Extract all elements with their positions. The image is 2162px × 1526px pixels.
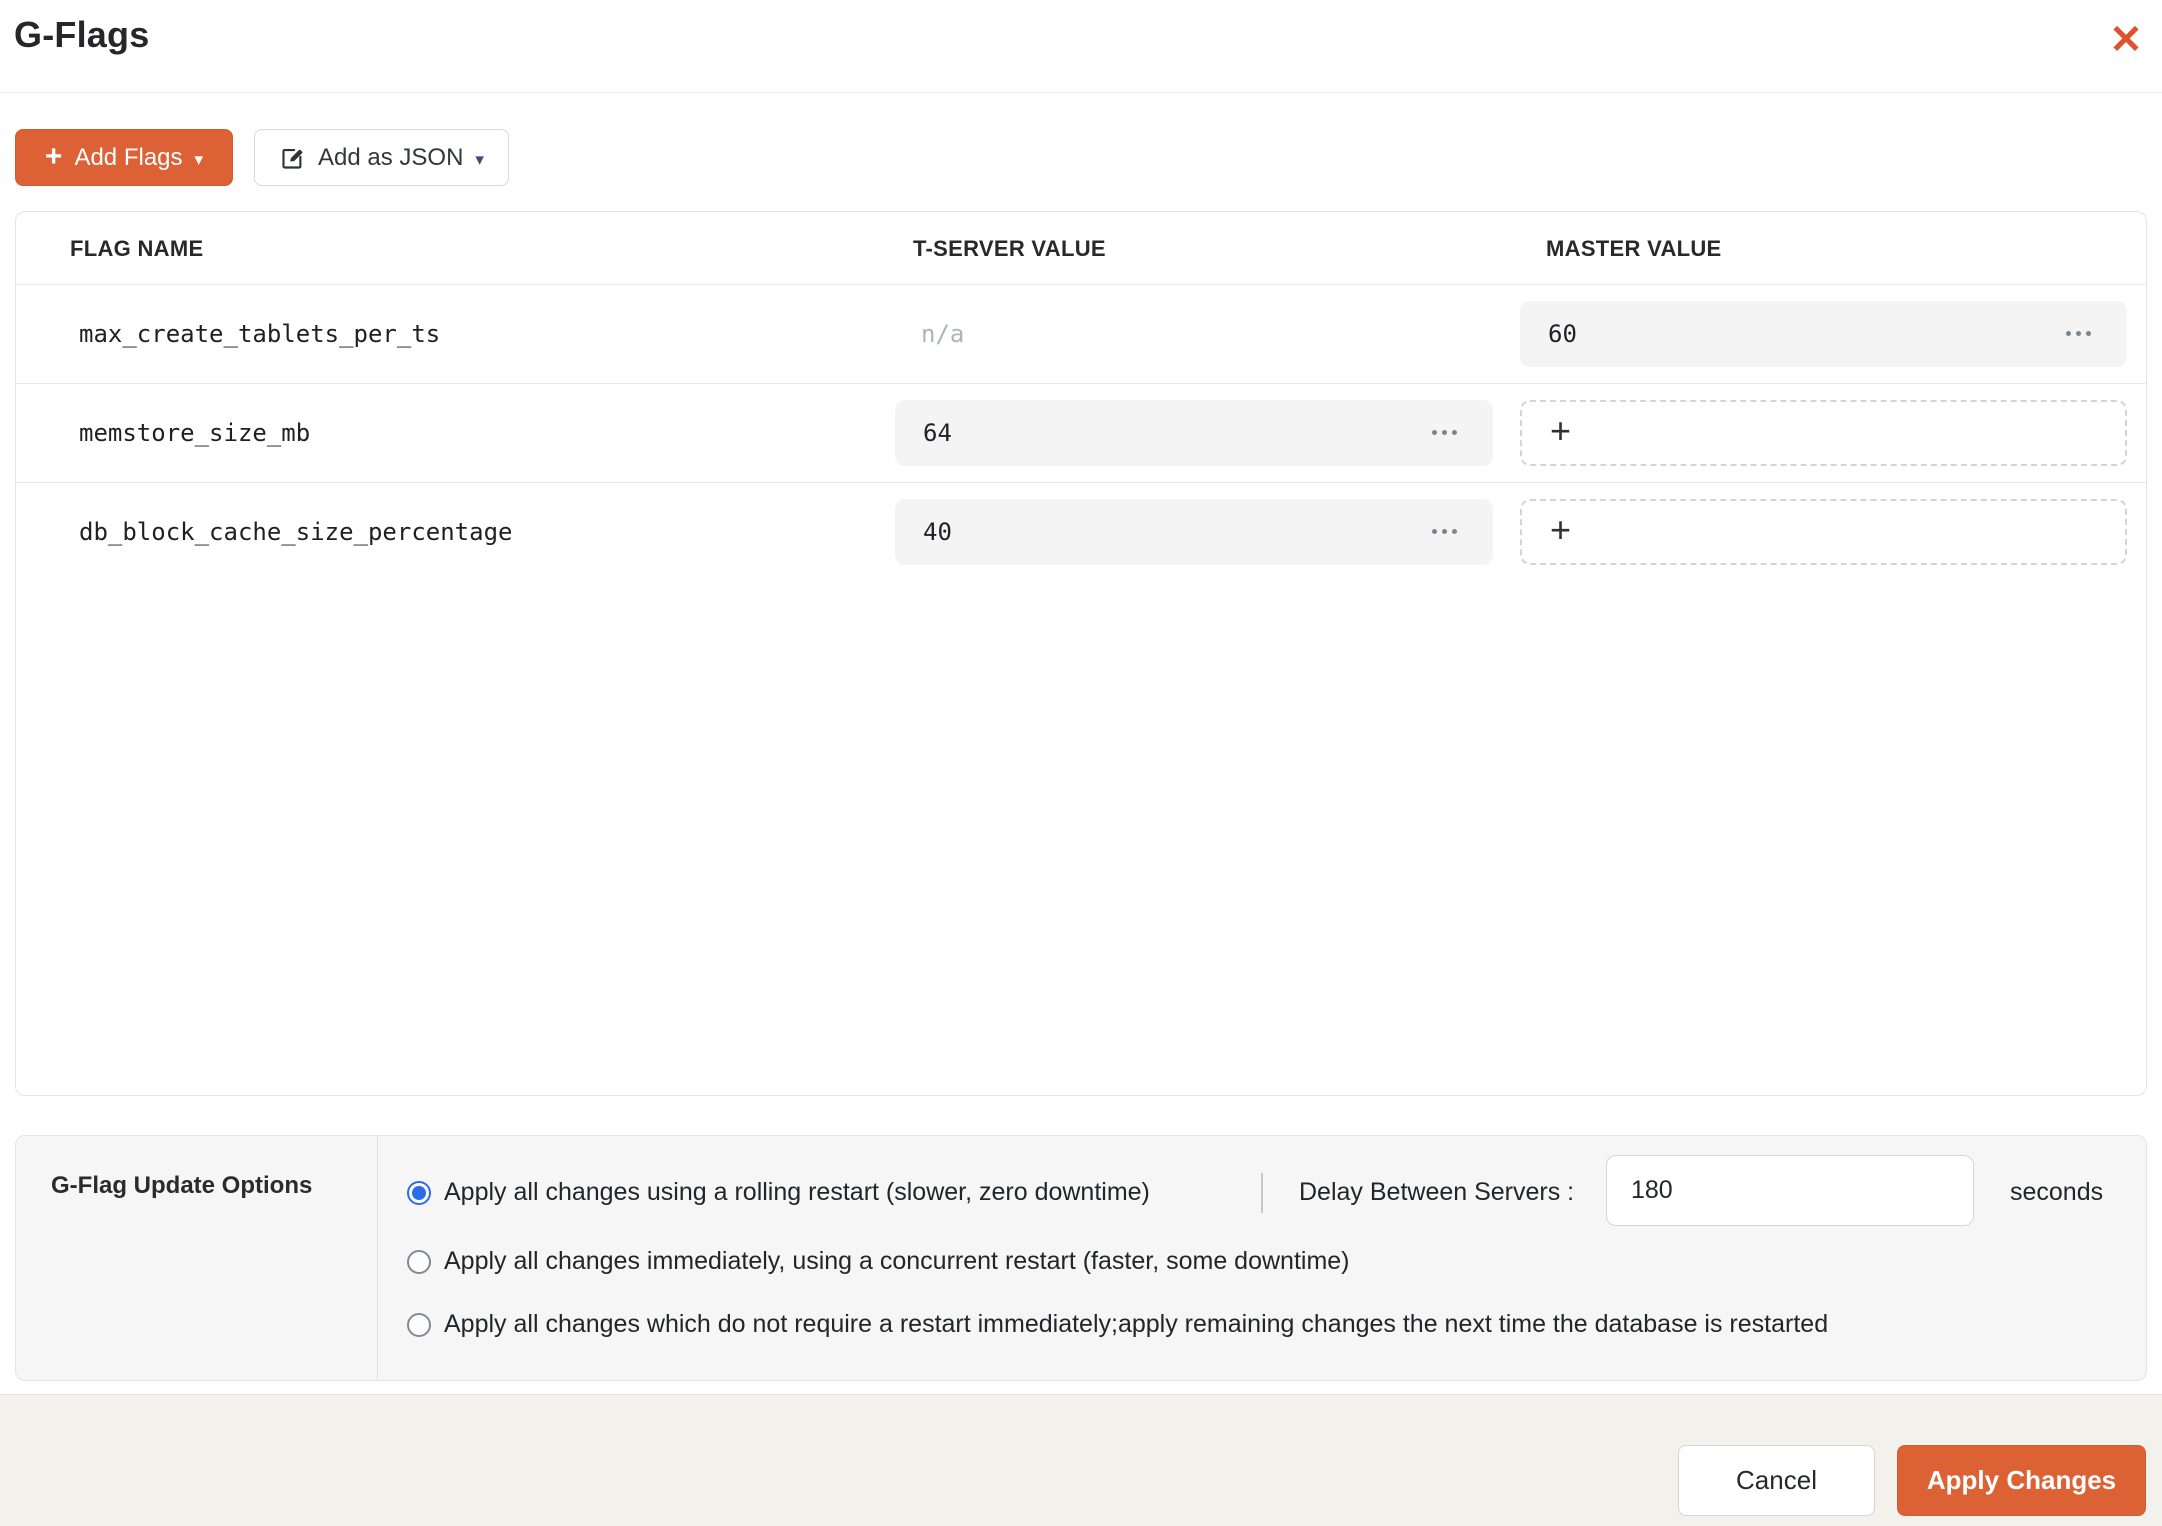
- add-master-value-button[interactable]: +: [1520, 399, 2127, 466]
- table-row: db_block_cache_size_percentage 40 +: [16, 482, 2146, 581]
- seconds-label: seconds: [2010, 1178, 2104, 1206]
- radio-selected-icon[interactable]: [407, 1180, 431, 1205]
- chevron-down-icon: ▾: [194, 149, 204, 169]
- options-title: G-Flag Update Options: [51, 1172, 313, 1199]
- radio-unselected-icon[interactable]: [407, 1249, 431, 1274]
- radio-label: Apply all changes which do not require a…: [444, 1310, 1829, 1338]
- radio-unselected-icon[interactable]: [407, 1312, 431, 1337]
- radio-label: Apply all changes immediately, using a c…: [444, 1247, 1350, 1275]
- chevron-down-icon: ▾: [475, 149, 484, 169]
- tserver-value-empty: n/a: [921, 319, 965, 348]
- master-value-text: 60: [1548, 319, 1577, 348]
- plus-icon: +: [44, 139, 63, 173]
- column-header-tserver-value: T-SERVER VALUE: [913, 236, 1106, 261]
- flag-name-cell: memstore_size_mb: [79, 418, 311, 447]
- table-row: memstore_size_mb 64 +: [16, 383, 2146, 482]
- ellipsis-menu-icon[interactable]: [1432, 424, 1457, 441]
- radio-option-no-restart[interactable]: Apply all changes which do not require a…: [407, 1310, 1828, 1339]
- gflag-update-options-panel: G-Flag Update Options Apply all changes …: [15, 1135, 2147, 1381]
- add-as-json-button[interactable]: Add as JSON ▾: [254, 129, 509, 186]
- ellipsis-menu-icon[interactable]: [2066, 325, 2091, 342]
- add-flags-button[interactable]: + Add Flags ▾: [15, 129, 233, 186]
- flag-name-cell: max_create_tablets_per_ts: [79, 319, 441, 348]
- delay-seconds-input[interactable]: [1606, 1155, 1974, 1226]
- flags-table: FLAG NAME T-SERVER VALUE MASTER VALUE ma…: [15, 211, 2147, 1096]
- tserver-value-cell[interactable]: 40: [895, 498, 1493, 565]
- tserver-value-text: 40: [923, 517, 952, 546]
- ellipsis-menu-icon[interactable]: [1432, 523, 1457, 540]
- apply-changes-button[interactable]: Apply Changes: [1897, 1445, 2146, 1516]
- gflags-modal: G-Flags ✕ + Add Flags ▾ Add as JSON ▾ FL…: [0, 0, 2162, 1526]
- page-title: G-Flags: [14, 14, 150, 55]
- add-flags-label: Add Flags: [74, 143, 183, 171]
- column-header-flag-name: FLAG NAME: [70, 236, 204, 261]
- tserver-value-text: 64: [923, 418, 952, 447]
- flag-name-cell: db_block_cache_size_percentage: [79, 517, 513, 546]
- radio-option-rolling-restart[interactable]: Apply all changes using a rolling restar…: [407, 1178, 1150, 1207]
- plus-icon: +: [1550, 409, 1572, 451]
- delay-between-servers-label: Delay Between Servers :: [1299, 1178, 1575, 1206]
- column-header-master-value: MASTER VALUE: [1546, 236, 1722, 261]
- edit-icon: [279, 145, 306, 172]
- options-divider: [377, 1136, 378, 1380]
- close-icon[interactable]: ✕: [2102, 16, 2150, 64]
- cancel-button[interactable]: Cancel: [1678, 1445, 1875, 1516]
- header-divider: [0, 92, 2162, 93]
- radio-option-concurrent-restart[interactable]: Apply all changes immediately, using a c…: [407, 1247, 1350, 1276]
- tserver-value-cell[interactable]: 64: [895, 399, 1493, 466]
- add-master-value-button[interactable]: +: [1520, 498, 2127, 565]
- table-row: max_create_tablets_per_ts n/a 60: [16, 284, 2146, 383]
- master-value-cell[interactable]: 60: [1520, 300, 2127, 367]
- radio-label: Apply all changes using a rolling restar…: [444, 1178, 1150, 1206]
- modal-footer: Cancel Apply Changes: [0, 1394, 2162, 1526]
- plus-icon: +: [1550, 508, 1572, 550]
- delay-separator: [1261, 1173, 1263, 1213]
- add-as-json-label: Add as JSON: [318, 143, 464, 171]
